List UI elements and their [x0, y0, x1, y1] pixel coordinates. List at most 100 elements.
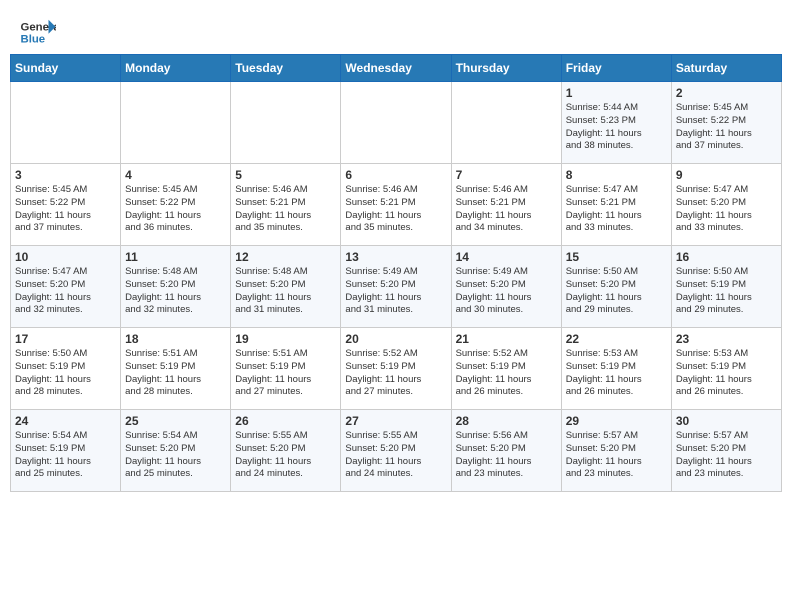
calendar-cell: 15 Sunrise: 5:50 AM Sunset: 5:20 PM Dayli…	[561, 246, 671, 328]
calendar-cell: 8 Sunrise: 5:47 AM Sunset: 5:21 PM Daylig…	[561, 164, 671, 246]
day-info: Sunrise: 5:51 AM Sunset: 5:19 PM Dayligh…	[235, 348, 336, 399]
calendar-cell: 23Sunrise: 5:53 AM Sunset: 5:19 PM Dayli…	[671, 328, 781, 410]
day-info: Sunrise: 5:57 AM Sunset: 5:20 PM Dayligh…	[566, 430, 667, 481]
day-info: Sunrise: 5:47 AM Sunset: 5:20 PM Dayligh…	[676, 184, 777, 235]
calendar-header: SundayMondayTuesdayWednesdayThursdayFrid…	[11, 55, 782, 82]
page-header: General Blue	[10, 10, 782, 54]
calendar-cell: 6 Sunrise: 5:46 AM Sunset: 5:21 PM Daylig…	[341, 164, 451, 246]
day-info: Sunrise: 5:52 AM Sunset: 5:19 PM Dayligh…	[345, 348, 446, 399]
day-number: 20	[345, 332, 446, 346]
day-info: Sunrise: 5:50 AM Sunset: 5:19 PM Dayligh…	[676, 266, 777, 317]
day-info: Sunrise: 5:44 AM Sunset: 5:23 PM Dayligh…	[566, 102, 667, 153]
day-info: Sunrise: 5:47 AM Sunset: 5:21 PM Dayligh…	[566, 184, 667, 235]
day-number: 2	[676, 86, 777, 100]
day-number: 10	[15, 250, 116, 264]
weekday-header-friday: Friday	[561, 55, 671, 82]
day-number: 11	[125, 250, 226, 264]
calendar-cell: 26 Sunrise: 5:55 AM Sunset: 5:20 PM Dayli…	[231, 410, 341, 492]
day-info: Sunrise: 5:46 AM Sunset: 5:21 PM Dayligh…	[456, 184, 557, 235]
day-number: 19	[235, 332, 336, 346]
calendar-cell: 2 Sunrise: 5:45 AM Sunset: 5:22 PM Daylig…	[671, 82, 781, 164]
day-number: 4	[125, 168, 226, 182]
calendar-cell: 17 Sunrise: 5:50 AM Sunset: 5:19 PM Dayli…	[11, 328, 121, 410]
calendar-week-row: 17 Sunrise: 5:50 AM Sunset: 5:19 PM Dayli…	[11, 328, 782, 410]
weekday-header-wednesday: Wednesday	[341, 55, 451, 82]
day-info: Sunrise: 5:49 AM Sunset: 5:20 PM Dayligh…	[345, 266, 446, 317]
weekday-header-monday: Monday	[121, 55, 231, 82]
weekday-header-sunday: Sunday	[11, 55, 121, 82]
day-number: 29	[566, 414, 667, 428]
day-info: Sunrise: 5:55 AM Sunset: 5:20 PM Dayligh…	[235, 430, 336, 481]
calendar-table: SundayMondayTuesdayWednesdayThursdayFrid…	[10, 54, 782, 492]
calendar-cell	[451, 82, 561, 164]
calendar-cell: 30 Sunrise: 5:57 AM Sunset: 5:20 PM Dayli…	[671, 410, 781, 492]
calendar-cell: 14Sunrise: 5:49 AM Sunset: 5:20 PM Dayli…	[451, 246, 561, 328]
day-number: 12	[235, 250, 336, 264]
weekday-header-thursday: Thursday	[451, 55, 561, 82]
day-number: 1	[566, 86, 667, 100]
calendar-cell: 28Sunrise: 5:56 AM Sunset: 5:20 PM Dayli…	[451, 410, 561, 492]
calendar-cell: 22 Sunrise: 5:53 AM Sunset: 5:19 PM Dayli…	[561, 328, 671, 410]
day-info: Sunrise: 5:47 AM Sunset: 5:20 PM Dayligh…	[15, 266, 116, 317]
day-number: 26	[235, 414, 336, 428]
day-number: 14	[456, 250, 557, 264]
svg-text:Blue: Blue	[21, 34, 46, 46]
day-info: Sunrise: 5:48 AM Sunset: 5:20 PM Dayligh…	[235, 266, 336, 317]
day-number: 3	[15, 168, 116, 182]
day-number: 8	[566, 168, 667, 182]
calendar-cell: 25Sunrise: 5:54 AM Sunset: 5:20 PM Dayli…	[121, 410, 231, 492]
calendar-cell: 24Sunrise: 5:54 AM Sunset: 5:19 PM Dayli…	[11, 410, 121, 492]
day-info: Sunrise: 5:57 AM Sunset: 5:20 PM Dayligh…	[676, 430, 777, 481]
calendar-cell: 20 Sunrise: 5:52 AM Sunset: 5:19 PM Dayli…	[341, 328, 451, 410]
calendar-cell: 29 Sunrise: 5:57 AM Sunset: 5:20 PM Dayli…	[561, 410, 671, 492]
calendar-cell	[341, 82, 451, 164]
day-number: 27	[345, 414, 446, 428]
day-info: Sunrise: 5:45 AM Sunset: 5:22 PM Dayligh…	[676, 102, 777, 153]
calendar-cell: 4 Sunrise: 5:45 AM Sunset: 5:22 PM Daylig…	[121, 164, 231, 246]
calendar-cell: 27 Sunrise: 5:55 AM Sunset: 5:20 PM Dayli…	[341, 410, 451, 492]
calendar-cell	[11, 82, 121, 164]
calendar-week-row: 10 Sunrise: 5:47 AM Sunset: 5:20 PM Dayli…	[11, 246, 782, 328]
calendar-cell	[121, 82, 231, 164]
day-info: Sunrise: 5:54 AM Sunset: 5:19 PM Dayligh…	[15, 430, 116, 481]
day-number: 30	[676, 414, 777, 428]
weekday-header-tuesday: Tuesday	[231, 55, 341, 82]
calendar-body: 1 Sunrise: 5:44 AM Sunset: 5:23 PM Daylig…	[11, 82, 782, 492]
calendar-cell: 3Sunrise: 5:45 AM Sunset: 5:22 PM Daylig…	[11, 164, 121, 246]
day-info: Sunrise: 5:55 AM Sunset: 5:20 PM Dayligh…	[345, 430, 446, 481]
weekday-header-saturday: Saturday	[671, 55, 781, 82]
day-number: 5	[235, 168, 336, 182]
calendar-cell: 12 Sunrise: 5:48 AM Sunset: 5:20 PM Dayli…	[231, 246, 341, 328]
day-info: Sunrise: 5:52 AM Sunset: 5:19 PM Dayligh…	[456, 348, 557, 399]
day-number: 23	[676, 332, 777, 346]
logo: General Blue	[20, 18, 56, 46]
day-number: 25	[125, 414, 226, 428]
day-info: Sunrise: 5:48 AM Sunset: 5:20 PM Dayligh…	[125, 266, 226, 317]
day-info: Sunrise: 5:45 AM Sunset: 5:22 PM Dayligh…	[125, 184, 226, 235]
calendar-cell: 9 Sunrise: 5:47 AM Sunset: 5:20 PM Daylig…	[671, 164, 781, 246]
weekday-header-row: SundayMondayTuesdayWednesdayThursdayFrid…	[11, 55, 782, 82]
calendar-cell: 5 Sunrise: 5:46 AM Sunset: 5:21 PM Daylig…	[231, 164, 341, 246]
day-number: 9	[676, 168, 777, 182]
day-number: 22	[566, 332, 667, 346]
calendar-week-row: 3 Sunrise: 5:45 AM Sunset: 5:22 PM Daylig…	[11, 164, 782, 246]
logo-icon: General Blue	[20, 18, 56, 46]
day-info: Sunrise: 5:51 AM Sunset: 5:19 PM Dayligh…	[125, 348, 226, 399]
calendar-cell: 11 Sunrise: 5:48 AM Sunset: 5:20 PM Dayli…	[121, 246, 231, 328]
calendar-week-row: 1 Sunrise: 5:44 AM Sunset: 5:23 PM Daylig…	[11, 82, 782, 164]
day-number: 15	[566, 250, 667, 264]
calendar-cell: 7 Sunrise: 5:46 AM Sunset: 5:21 PM Daylig…	[451, 164, 561, 246]
day-number: 21	[456, 332, 557, 346]
day-number: 17	[15, 332, 116, 346]
calendar-cell: 1 Sunrise: 5:44 AM Sunset: 5:23 PM Daylig…	[561, 82, 671, 164]
day-number: 7	[456, 168, 557, 182]
day-info: Sunrise: 5:53 AM Sunset: 5:19 PM Dayligh…	[566, 348, 667, 399]
day-info: Sunrise: 5:46 AM Sunset: 5:21 PM Dayligh…	[235, 184, 336, 235]
day-info: Sunrise: 5:50 AM Sunset: 5:19 PM Dayligh…	[15, 348, 116, 399]
day-info: Sunrise: 5:46 AM Sunset: 5:21 PM Dayligh…	[345, 184, 446, 235]
day-info: Sunrise: 5:50 AM Sunset: 5:20 PM Dayligh…	[566, 266, 667, 317]
day-number: 13	[345, 250, 446, 264]
calendar-cell: 19 Sunrise: 5:51 AM Sunset: 5:19 PM Dayli…	[231, 328, 341, 410]
day-number: 6	[345, 168, 446, 182]
day-number: 18	[125, 332, 226, 346]
